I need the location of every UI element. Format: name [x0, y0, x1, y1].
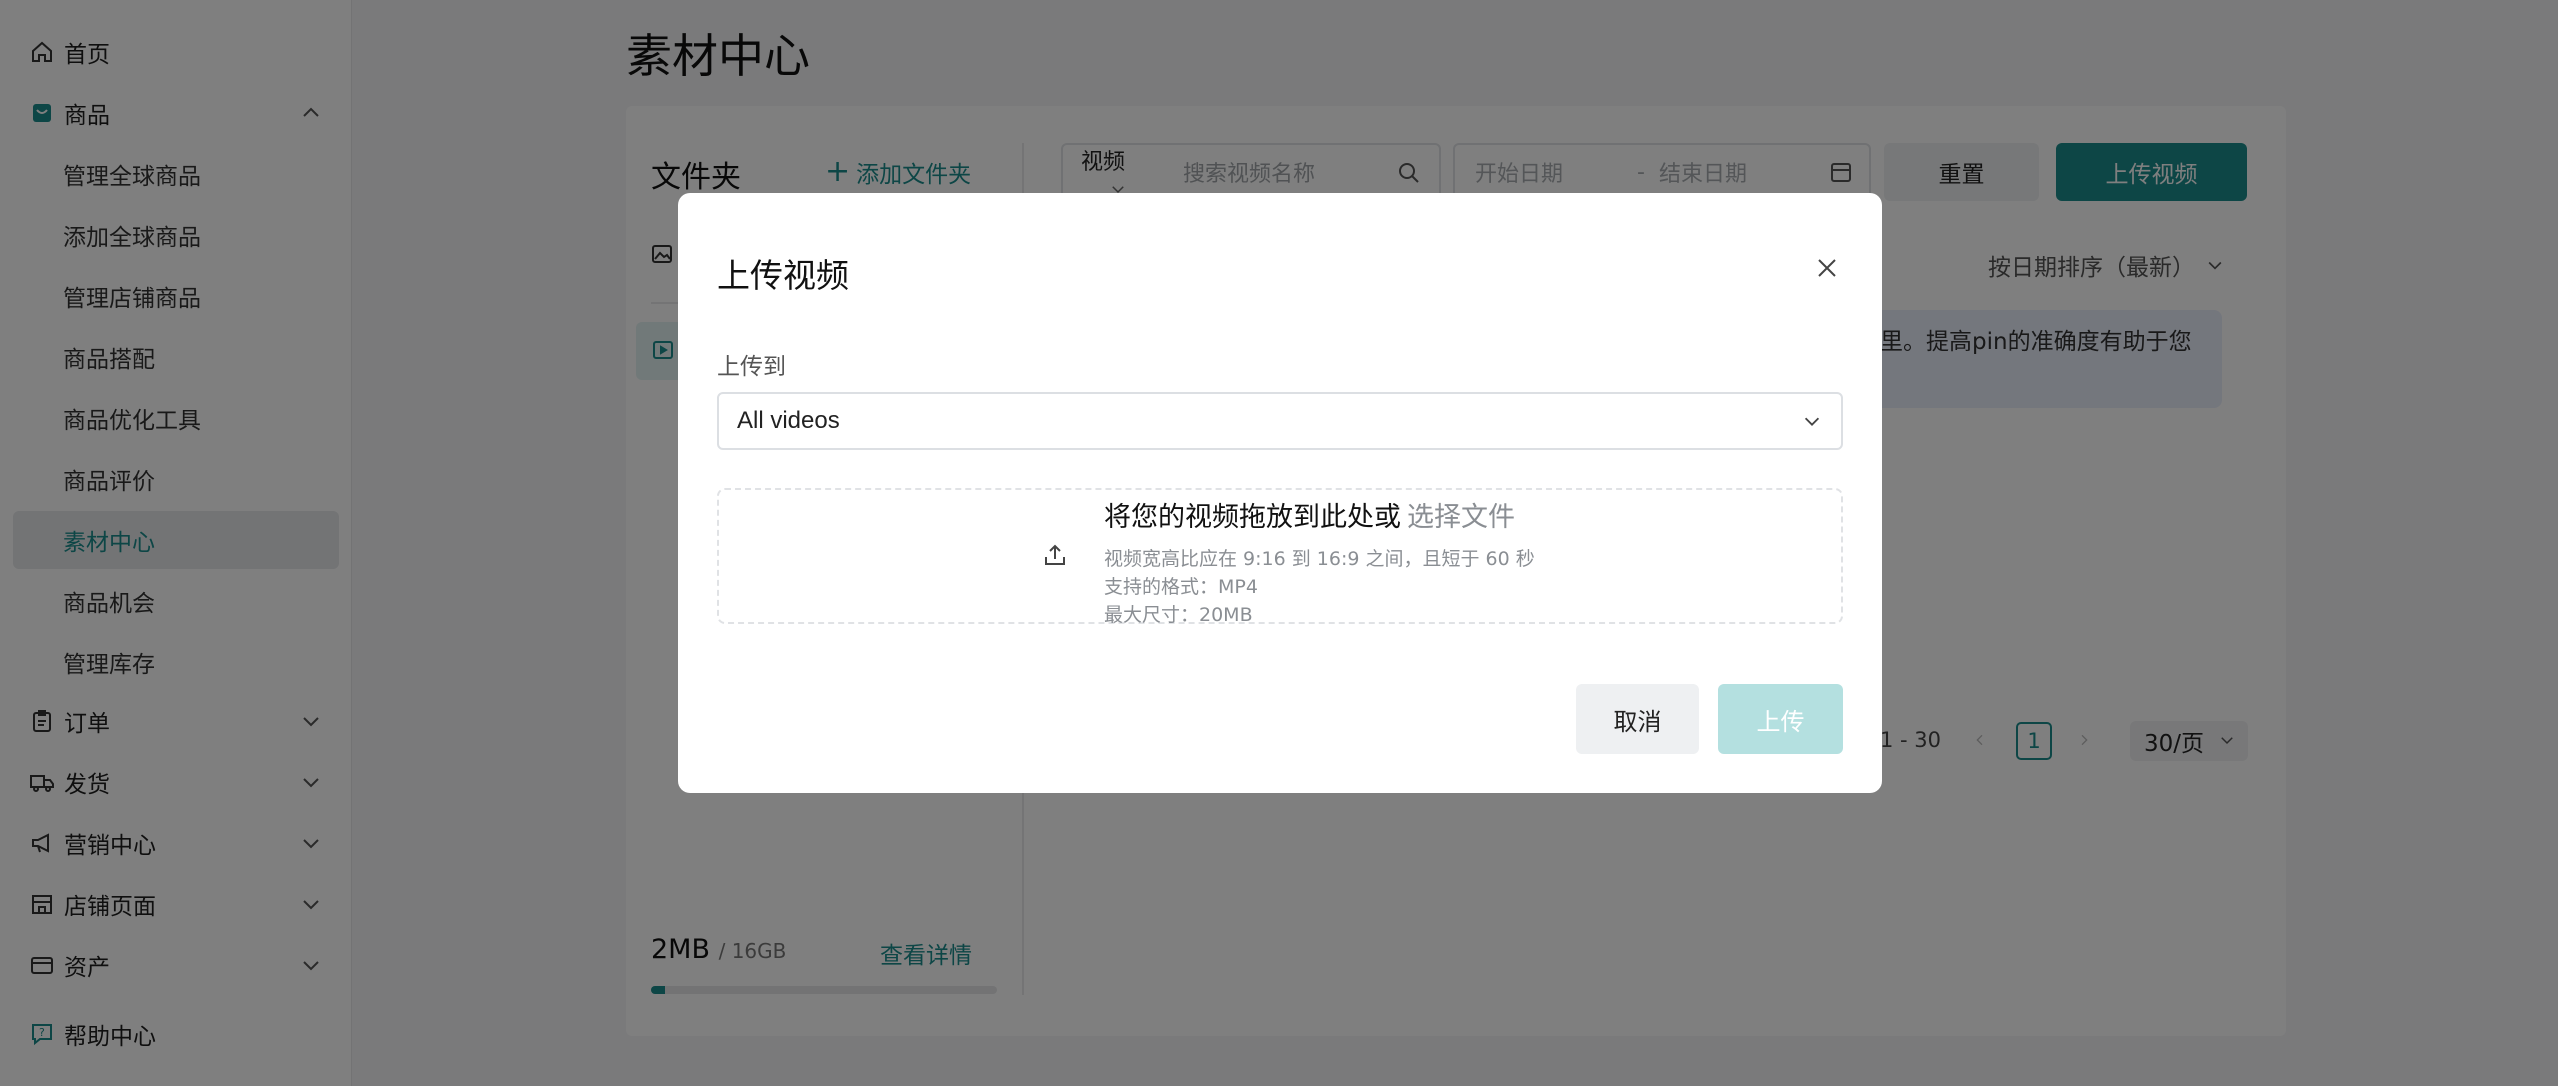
video-dropzone[interactable]: 将您的视频拖放到此处或 选择文件 视频宽高比应在 9:16 到 16:9 之间，且…: [717, 488, 1843, 626]
upload-icon: [1045, 544, 1065, 565]
upload-button[interactable]: 上传: [1718, 684, 1843, 754]
destination-value: All videos: [737, 407, 840, 434]
cancel-button[interactable]: 取消: [1576, 684, 1699, 754]
requirement-format: 支持的格式：MP4: [1104, 576, 1258, 598]
upload-video-dialog: 上传视频 上传到 All videos 将您的视频拖放到此处或 选择文件 视频宽高…: [678, 193, 1882, 793]
requirement-ratio: 视频宽高比应在 9:16 到 16:9 之间，且短于 60 秒: [1104, 548, 1535, 570]
close-icon: [1818, 259, 1836, 277]
choose-file-link[interactable]: 选择文件: [1407, 502, 1515, 533]
dialog-title: 上传视频: [717, 256, 849, 295]
requirement-size: 最大尺寸：20MB: [1104, 604, 1253, 626]
chevron-down-icon: [1804, 417, 1820, 426]
destination-select[interactable]: All videos: [717, 392, 1843, 450]
drop-instruction: 将您的视频拖放到此处或: [1104, 502, 1401, 533]
upload-to-label: 上传到: [717, 354, 786, 380]
dropzone-text: 将您的视频拖放到此处或 选择文件: [1104, 495, 1515, 534]
close-button[interactable]: [1812, 253, 1842, 283]
